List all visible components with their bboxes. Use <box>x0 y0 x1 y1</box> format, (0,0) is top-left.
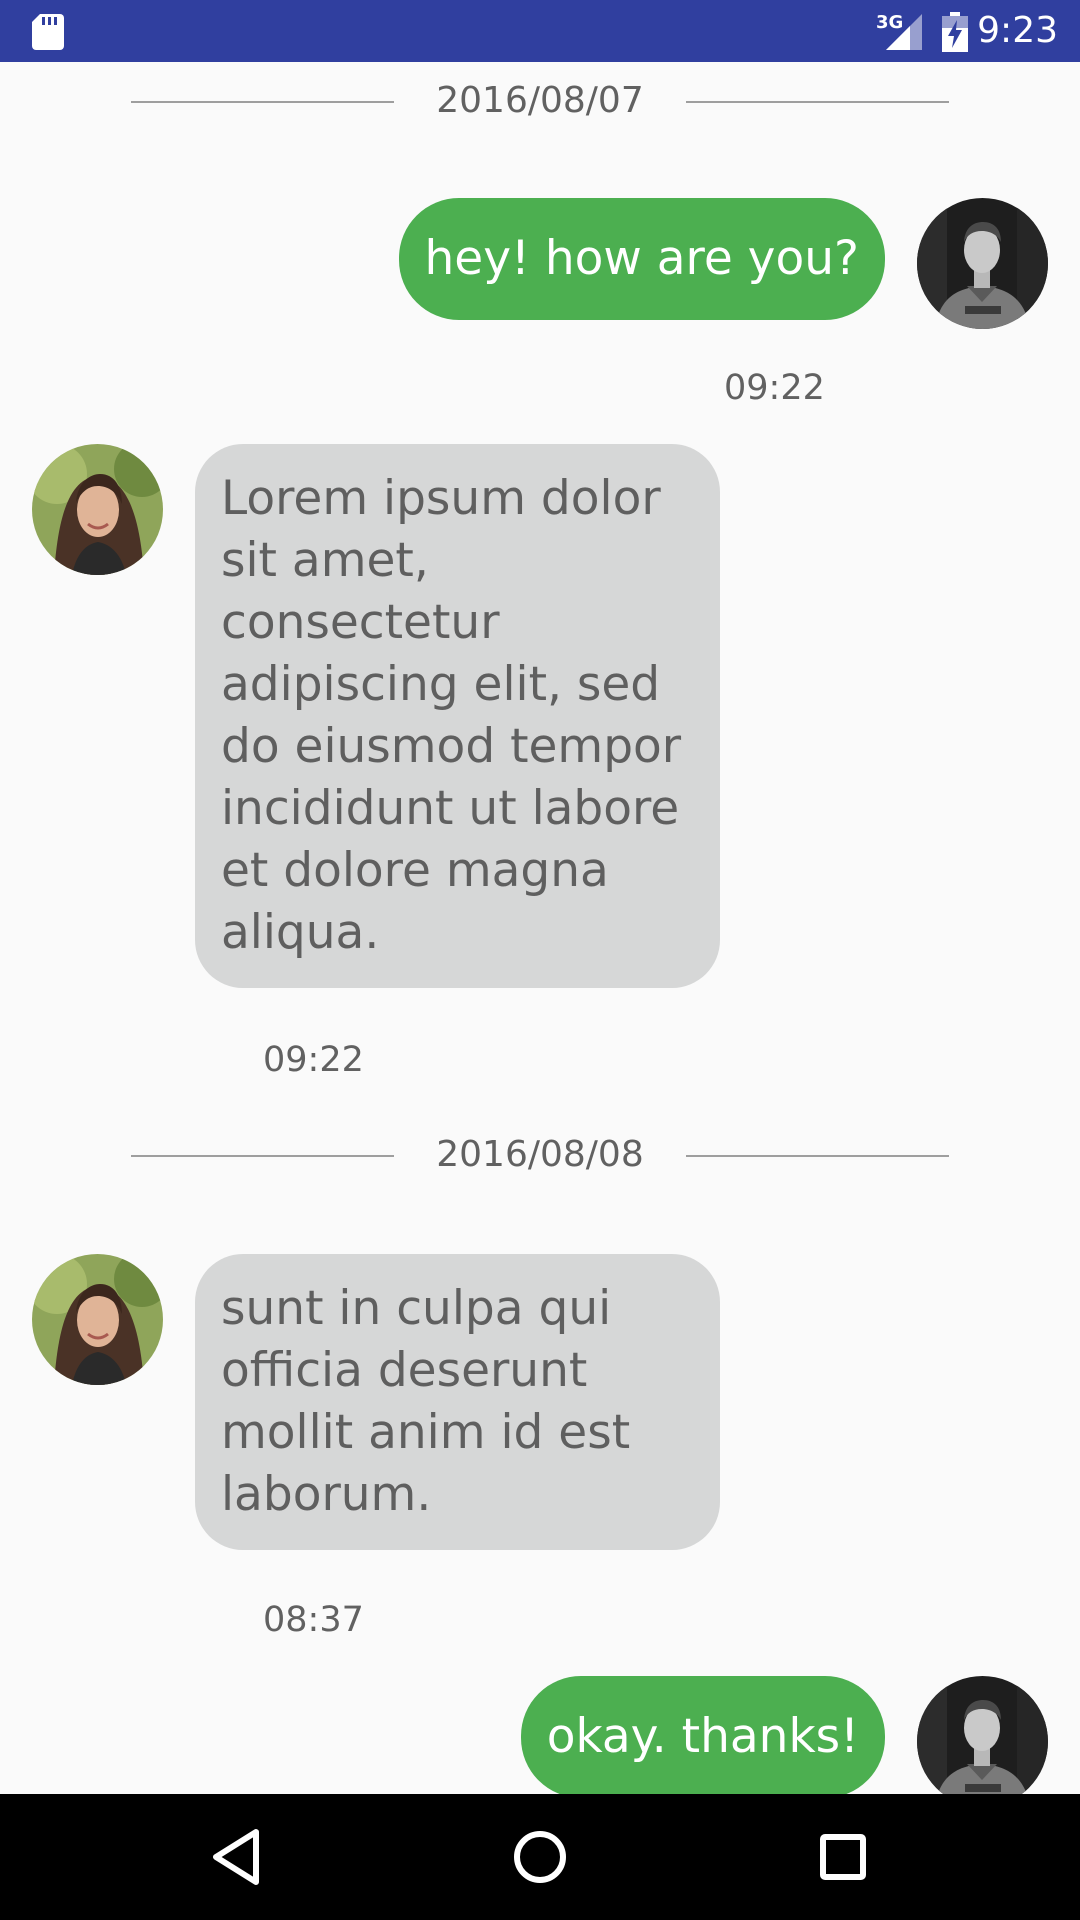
message-text: sunt in culpa qui officia deserunt molli… <box>221 1281 631 1522</box>
divider-line <box>131 101 394 103</box>
battery-charging-icon <box>942 12 968 52</box>
message-timestamp: 09:22 <box>724 368 825 408</box>
woman-avatar-icon <box>32 444 163 575</box>
message-text: hey! how are you? <box>424 231 859 286</box>
message-text: Lorem ipsum dolor sit amet, consectetur … <box>221 471 682 960</box>
status-bar: 3G 9:23 <box>0 0 1080 62</box>
home-button[interactable] <box>505 1822 575 1892</box>
avatar-user-male[interactable] <box>917 1676 1048 1794</box>
avatar-user-male[interactable] <box>917 198 1048 329</box>
chat-messages[interactable]: 2016/08/07 hey! how are you? 09:22 Lorem… <box>0 62 1080 1794</box>
message-timestamp: 09:22 <box>263 1040 364 1080</box>
outgoing-message-bubble[interactable]: hey! how are you? <box>398 198 885 320</box>
home-icon <box>514 1831 566 1883</box>
woman-avatar-icon <box>32 1254 163 1385</box>
incoming-message-bubble[interactable]: Lorem ipsum dolor sit amet, consectetur … <box>195 444 720 988</box>
date-separator: 2016/08/08 <box>0 1130 1080 1180</box>
outgoing-message-bubble[interactable]: okay. thanks! <box>520 1676 885 1794</box>
divider-line <box>686 101 949 103</box>
man-avatar-icon <box>917 1676 1048 1794</box>
avatar-contact-female[interactable] <box>32 444 163 575</box>
date-label: 2016/08/08 <box>436 1134 644 1175</box>
message-text: okay. thanks! <box>546 1709 859 1764</box>
incoming-message-bubble[interactable]: sunt in culpa qui officia deserunt molli… <box>195 1254 720 1550</box>
date-label: 2016/08/07 <box>436 80 644 121</box>
divider-line <box>131 1155 394 1157</box>
back-icon <box>213 1829 259 1885</box>
divider-line <box>686 1155 949 1157</box>
recents-button[interactable] <box>808 1822 878 1892</box>
man-avatar-icon <box>917 198 1048 329</box>
back-button[interactable] <box>202 1822 272 1892</box>
date-separator: 2016/08/07 <box>0 76 1080 126</box>
sd-card-icon <box>32 14 64 50</box>
message-timestamp: 08:37 <box>263 1600 364 1640</box>
avatar-contact-female[interactable] <box>32 1254 163 1385</box>
signal-icon <box>886 14 922 50</box>
recents-icon <box>820 1834 866 1880</box>
status-time: 9:23 <box>977 10 1058 51</box>
navigation-bar <box>0 1794 1080 1920</box>
